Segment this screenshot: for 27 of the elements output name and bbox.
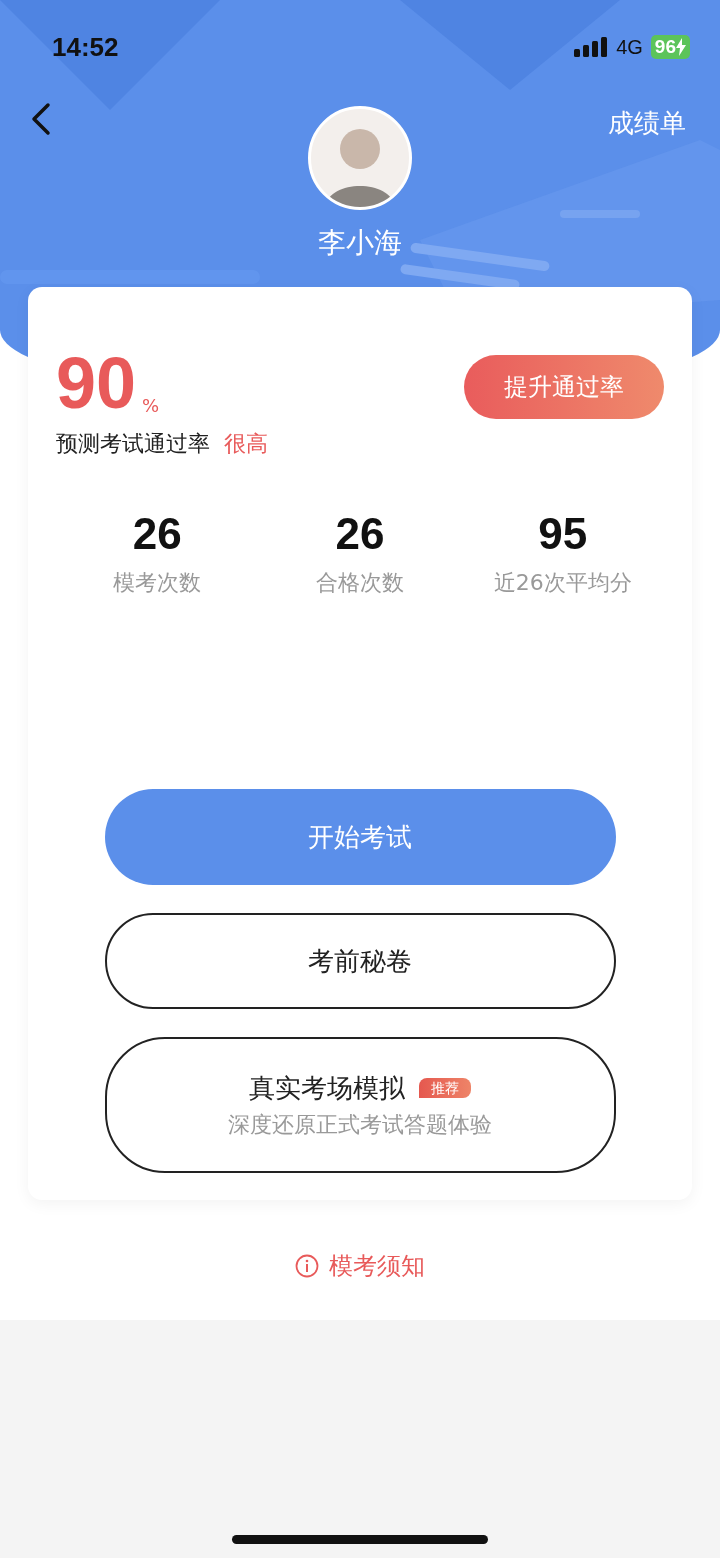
stat-label: 近26次平均分 — [492, 569, 633, 597]
rating-text: 很高 — [224, 431, 268, 456]
mock-exam-button[interactable]: 真实考场模拟 $^{推荐}$ 深度还原正式考试答题体验 — [104, 1037, 616, 1173]
stat-label: 模考次数 — [112, 569, 203, 597]
button-title: 真实考场模拟 — [249, 1073, 405, 1103]
status-time: 14:52 — [52, 31, 119, 64]
stat-label: 合格次数 — [315, 569, 405, 597]
start-exam-button[interactable]: 开始考试 — [104, 789, 616, 885]
pass-rate-value: 90 — [56, 347, 137, 419]
pass-rate-label: 预测考试通过率 — [56, 431, 210, 456]
notice-link[interactable]: 模考须知 — [295, 1248, 425, 1284]
back-button[interactable] — [30, 102, 52, 136]
user-name: 李小海 — [318, 225, 402, 261]
stat-value: 95 — [537, 512, 589, 556]
transcript-link[interactable]: 成绩单 — [608, 104, 686, 143]
button-subtitle: 深度还原正式考试答题体验 — [228, 1111, 492, 1139]
info-icon — [295, 1254, 319, 1278]
stat-value: 26 — [131, 512, 183, 556]
recommend-tag: 推荐 — [419, 1078, 471, 1098]
boost-button[interactable]: 提升通过率 — [464, 355, 664, 419]
battery-level: 96 — [650, 35, 690, 59]
signal-icon — [574, 37, 609, 57]
charging-bolt-icon — [676, 38, 686, 56]
action-button[interactable]: 考前秘卷 — [104, 913, 616, 1009]
percent-unit: % — [142, 394, 160, 418]
stat-value: 26 — [334, 512, 386, 556]
network-label: 4G — [616, 35, 643, 60]
